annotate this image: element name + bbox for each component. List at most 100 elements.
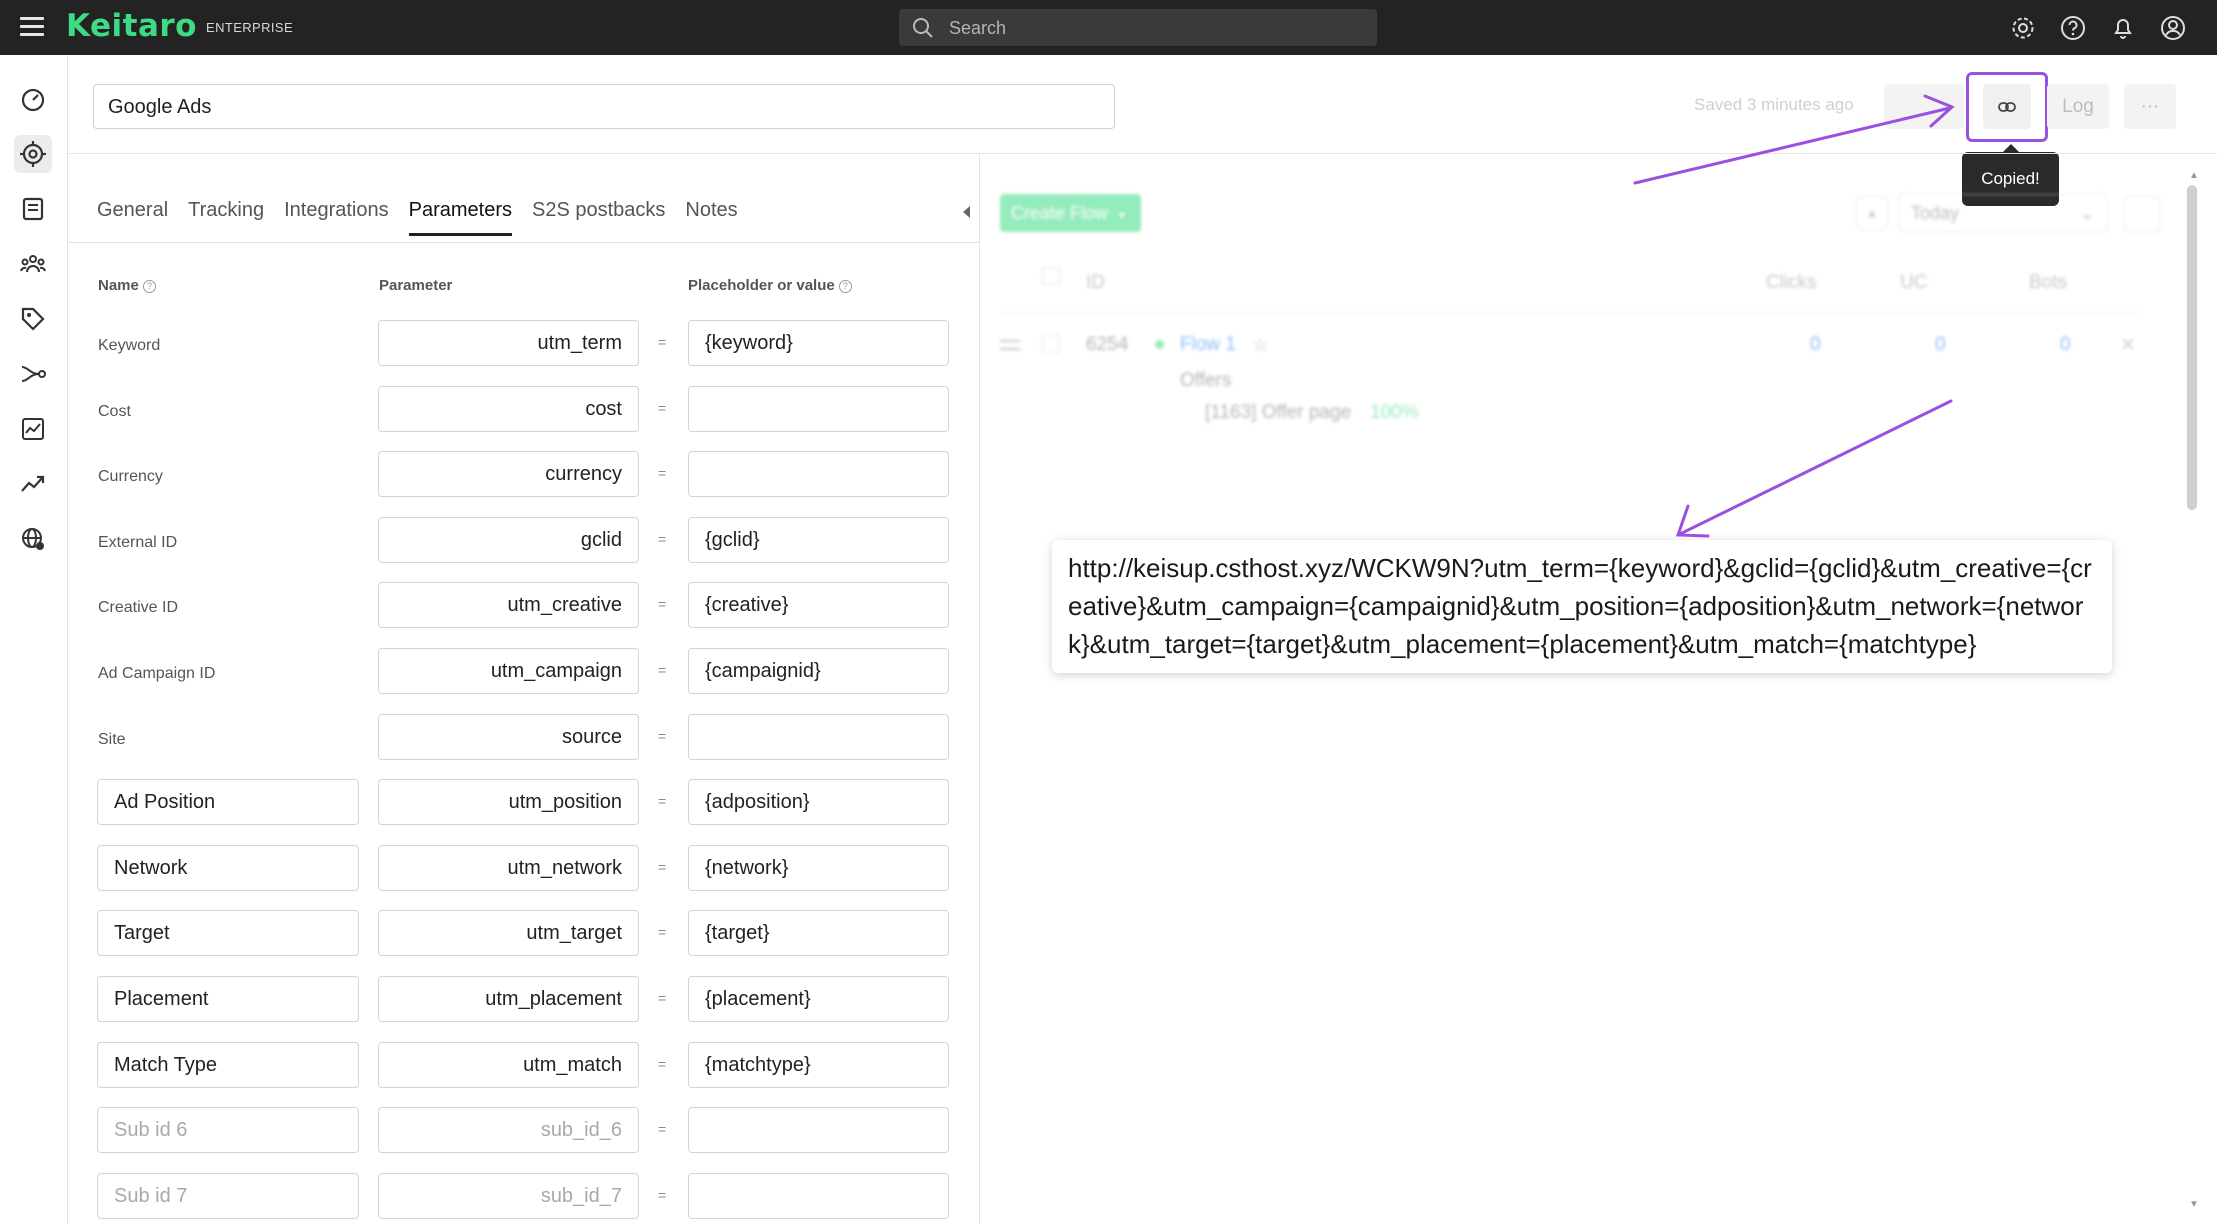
param-value-input[interactable]: {creative} bbox=[688, 582, 949, 628]
campaigns-icon[interactable] bbox=[14, 135, 52, 173]
equals-sign: = bbox=[658, 728, 667, 744]
param-value-input[interactable]: {matchtype} bbox=[688, 1042, 949, 1088]
value-column-header: Placeholder or value? bbox=[688, 277, 852, 294]
param-key-input[interactable]: utm_position bbox=[378, 779, 639, 825]
param-value-input[interactable]: {network} bbox=[688, 845, 949, 891]
log-button[interactable]: Log bbox=[2047, 84, 2109, 129]
param-key-input[interactable]: utm_match bbox=[378, 1042, 639, 1088]
scrollbar-thumb[interactable] bbox=[2187, 185, 2197, 510]
flow-name-link[interactable]: Flow 1 bbox=[1180, 334, 1236, 356]
help-icon[interactable] bbox=[2059, 14, 2087, 42]
refresh-icon[interactable] bbox=[2124, 196, 2160, 232]
param-key-input[interactable]: utm_target bbox=[378, 910, 639, 956]
equals-sign: = bbox=[658, 662, 667, 678]
param-value-input[interactable]: {keyword} bbox=[688, 320, 949, 366]
param-key-input[interactable]: cost bbox=[378, 386, 639, 432]
delete-icon[interactable]: ✕ bbox=[2120, 334, 2136, 357]
menu-icon[interactable] bbox=[20, 17, 44, 37]
param-value-input[interactable] bbox=[688, 386, 949, 432]
flow-clicks: 0 bbox=[1810, 334, 1821, 355]
bell-icon[interactable] bbox=[2109, 14, 2137, 42]
param-name-label: Creative ID bbox=[98, 599, 179, 616]
landings-icon[interactable] bbox=[14, 190, 52, 228]
equals-sign: = bbox=[658, 1056, 667, 1072]
param-key-input[interactable]: source bbox=[378, 714, 639, 760]
param-key-input[interactable]: utm_term bbox=[378, 320, 639, 366]
param-name-input[interactable]: Placement bbox=[97, 976, 359, 1022]
help-icon[interactable]: ? bbox=[142, 279, 156, 293]
param-key-input[interactable]: utm_network bbox=[378, 845, 639, 891]
tab-parameters[interactable]: Parameters bbox=[408, 199, 512, 236]
param-key-input[interactable]: sub_id_7 bbox=[378, 1173, 639, 1219]
param-value-input[interactable]: {adposition} bbox=[688, 779, 949, 825]
status-dot bbox=[1155, 340, 1164, 349]
param-name-input[interactable]: Network bbox=[97, 845, 359, 891]
flow-id: 6254 bbox=[1086, 334, 1129, 355]
offer-name: [1163] Offer page bbox=[1205, 402, 1352, 423]
uc-column-header: UC bbox=[1900, 272, 1928, 293]
param-value-input[interactable]: {gclid} bbox=[688, 517, 949, 563]
param-name-input[interactable]: Sub id 7 bbox=[97, 1173, 359, 1219]
param-name-input[interactable]: Match Type bbox=[97, 1042, 359, 1088]
create-flow-label: Create Flow bbox=[1011, 203, 1109, 223]
param-key-input[interactable]: utm_campaign bbox=[378, 648, 639, 694]
more-button[interactable]: ··· bbox=[2124, 84, 2176, 129]
scroll-up-icon[interactable]: ▲ bbox=[2189, 170, 2199, 181]
param-key-input[interactable]: utm_placement bbox=[378, 976, 639, 1022]
campaign-name-input[interactable]: Google Ads bbox=[93, 84, 1115, 129]
param-value-input[interactable]: {placement} bbox=[688, 976, 949, 1022]
equals-sign: = bbox=[658, 1187, 667, 1203]
param-value-input[interactable] bbox=[688, 1173, 949, 1219]
equals-sign: = bbox=[658, 924, 667, 940]
select-all-checkbox[interactable] bbox=[1042, 267, 1060, 285]
tab-integrations[interactable]: Integrations bbox=[284, 199, 389, 236]
flow-row-checkbox[interactable] bbox=[1042, 335, 1060, 353]
offers-label: Offers bbox=[1180, 370, 1232, 391]
gear-icon[interactable] bbox=[2009, 14, 2037, 42]
param-row-ad-position: Ad Position utm_position = {adposition} bbox=[0, 779, 979, 825]
create-flow-button[interactable]: Create Flow ▾ bbox=[1000, 194, 1141, 232]
date-range-label: Today bbox=[1911, 203, 1960, 223]
account-icon[interactable] bbox=[2159, 14, 2187, 42]
drag-handle-icon[interactable] bbox=[1000, 340, 1020, 350]
star-icon[interactable]: ☆ bbox=[1252, 334, 1269, 357]
value-header-label: Placeholder or value bbox=[688, 277, 835, 294]
name-column-header: Name? bbox=[98, 277, 156, 294]
param-name-label: External ID bbox=[98, 534, 178, 551]
param-name-label: Currency bbox=[98, 468, 163, 485]
search-input[interactable]: Search bbox=[899, 9, 1377, 46]
param-value-input[interactable] bbox=[688, 1107, 949, 1153]
param-value-input[interactable]: {campaignid} bbox=[688, 648, 949, 694]
param-value-input[interactable]: {target} bbox=[688, 910, 949, 956]
dashboard-icon[interactable] bbox=[14, 81, 52, 119]
affiliate-networks-icon[interactable] bbox=[14, 245, 52, 283]
annotation-highlight-box bbox=[1966, 72, 2048, 142]
date-range-select[interactable]: Today ⌄ bbox=[1898, 194, 2108, 232]
param-name-input[interactable]: Sub id 6 bbox=[97, 1107, 359, 1153]
param-row-cost: Cost cost = bbox=[0, 386, 979, 432]
param-key-input[interactable]: gclid bbox=[378, 517, 639, 563]
tab-tracking[interactable]: Tracking bbox=[188, 199, 264, 236]
top-bar: Keitaro ENTERPRISE Search bbox=[0, 0, 2217, 55]
equals-sign: = bbox=[658, 1121, 667, 1137]
param-key-input[interactable]: sub_id_6 bbox=[378, 1107, 639, 1153]
app-logo[interactable]: Keitaro bbox=[66, 8, 197, 44]
param-value-input[interactable] bbox=[688, 451, 949, 497]
tab-s2s-postbacks[interactable]: S2S postbacks bbox=[532, 199, 665, 236]
help-icon[interactable]: ? bbox=[838, 279, 852, 293]
param-key-input[interactable]: currency bbox=[378, 451, 639, 497]
param-name-input[interactable]: Target bbox=[97, 910, 359, 956]
param-name-input[interactable]: Ad Position bbox=[97, 779, 359, 825]
sort-up-icon[interactable]: ▲ bbox=[1856, 196, 1888, 230]
tab-notes[interactable]: Notes bbox=[685, 199, 737, 236]
campaign-url-callout: http://keisup.csthost.xyz/WCKW9N?utm_ter… bbox=[1052, 540, 2112, 673]
chevron-down-icon: ▾ bbox=[1119, 208, 1126, 222]
save-button[interactable] bbox=[1884, 84, 1964, 129]
collapse-panel-icon[interactable] bbox=[963, 206, 970, 218]
param-value-input[interactable] bbox=[688, 714, 949, 760]
equals-sign: = bbox=[658, 334, 667, 350]
scroll-down-icon[interactable]: ▼ bbox=[2189, 1199, 2199, 1210]
param-key-input[interactable]: utm_creative bbox=[378, 582, 639, 628]
search-placeholder: Search bbox=[949, 18, 1007, 38]
tab-general[interactable]: General bbox=[97, 199, 168, 236]
